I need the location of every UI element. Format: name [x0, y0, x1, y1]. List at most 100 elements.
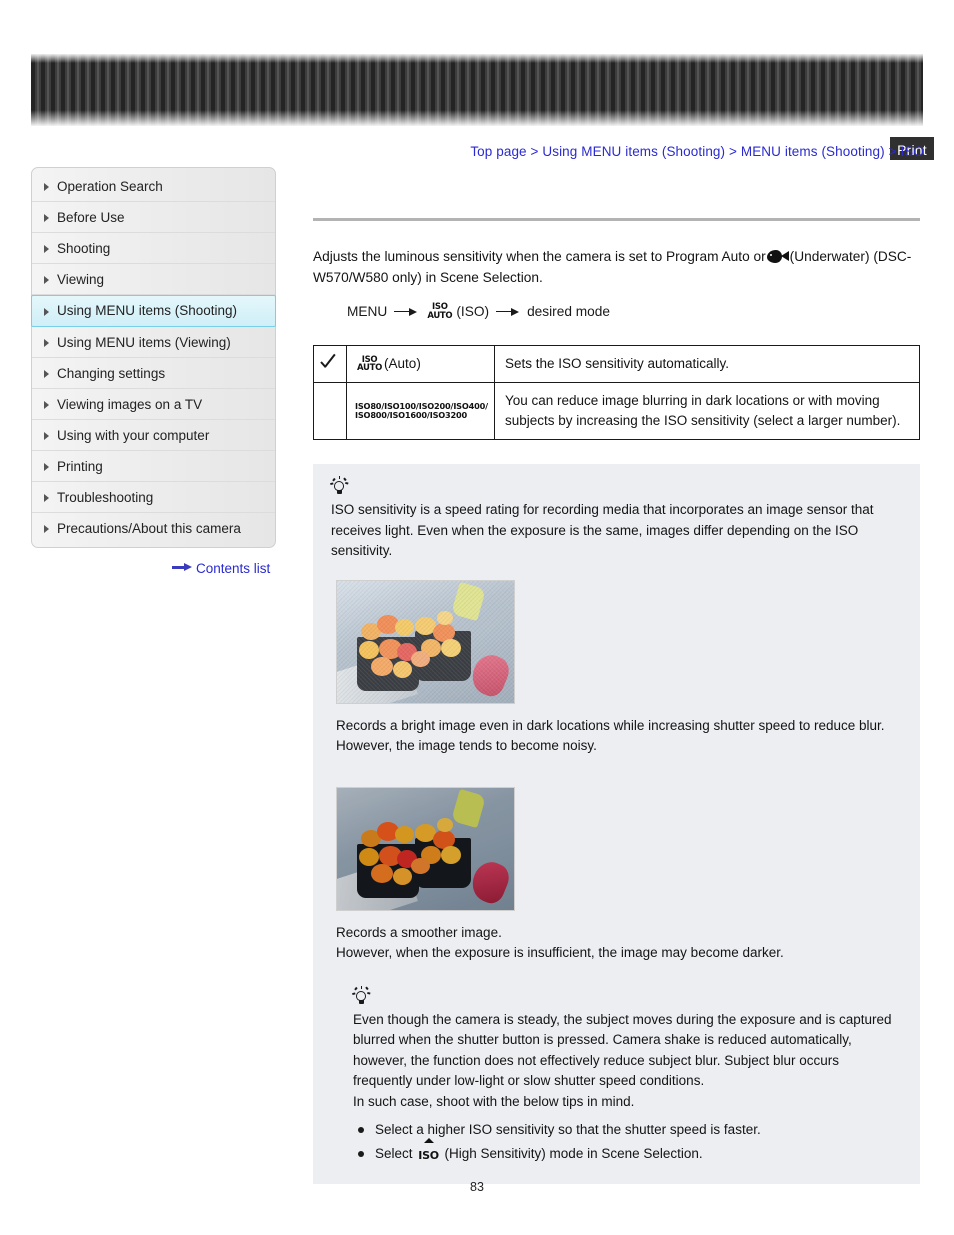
breadcrumb-separator: > [888, 144, 897, 159]
iso-value: 1600 [404, 410, 427, 420]
header-banner: Print [31, 54, 936, 162]
tip-paragraph: Even though the camera is steady, the su… [353, 1011, 892, 1089]
sidebar-item-using-with-your-computer[interactable]: Using with your computer [32, 420, 275, 451]
sidebar-item-printing[interactable]: Printing [32, 451, 275, 482]
triangle-right-icon [44, 463, 49, 471]
intro-paragraph: Adjusts the luminous sensitivity when th… [313, 246, 920, 288]
bullet-text-pre: Select [375, 1146, 413, 1161]
table-row: ISO AUTO (Auto) Sets the ISO sensitivity… [313, 345, 921, 383]
iso-values-option-cell: ISO80/ISO100/ISO200/ISO400/ ISO800/ISO16… [346, 382, 495, 440]
sidebar-item-label: Printing [57, 459, 103, 474]
tip-box-subject-blur: Even though the camera is steady, the su… [352, 985, 902, 1169]
sidebar-item-label: Viewing [57, 272, 105, 287]
sidebar-item-label: Using MENU items (Shooting) [57, 303, 238, 318]
list-item: Select ISO (High Sensitivity) mode in Sc… [353, 1138, 902, 1168]
iso-value: 800 [370, 410, 387, 420]
iso-prefix: ISO [355, 410, 371, 420]
list-item: Select a higher ISO sensitivity so that … [353, 1118, 902, 1142]
sidebar-item-changing-settings[interactable]: Changing settings [32, 358, 275, 389]
default-checkmark-cell [313, 345, 347, 383]
breadcrumb: Top page > Using MENU items (Shooting) >… [470, 144, 924, 159]
triangle-right-icon [44, 401, 49, 409]
iso-options-table: ISO AUTO (Auto) Sets the ISO sensitivity… [313, 345, 921, 440]
triangle-right-icon [44, 339, 49, 347]
triangle-right-icon [44, 214, 49, 222]
sample-photo-low-iso [336, 786, 515, 911]
triangle-right-icon [44, 494, 49, 502]
sidebar-item-precautions-about-this-camera[interactable]: Precautions/About this camera [32, 513, 275, 544]
breadcrumb-item-menu-items-shooting[interactable]: MENU items (Shooting) [741, 144, 885, 159]
iso-values-row-2: ISO800/ISO1600/ISO3200 [355, 410, 468, 420]
iso-icon-bottom: AUTO [427, 310, 453, 321]
sidebar-item-label: Shooting [57, 241, 111, 256]
sidebar-item-viewing-images-on-a-tv[interactable]: Viewing images on a TV [32, 389, 275, 420]
sidebar-item-label: Using MENU items (Viewing) [57, 335, 231, 350]
underwater-fish-icon [766, 250, 789, 263]
main-content: Adjusts the luminous sensitivity when th… [313, 218, 921, 1184]
divider [313, 218, 920, 221]
breadcrumb-item-iso[interactable]: ISO [900, 144, 924, 159]
iso-prefix: ISO [429, 410, 446, 420]
bullet-text-post: (High Sensitivity) mode in Scene Selecti… [444, 1146, 703, 1161]
iso-prefix: ISO [389, 410, 406, 420]
iso-high-sensitivity-icon: ISO [418, 1138, 439, 1168]
sidebar-item-label: Precautions/About this camera [57, 521, 241, 536]
checkmark-icon [321, 355, 340, 370]
sidebar-item-troubleshooting[interactable]: Troubleshooting [32, 482, 275, 513]
iso-icon-bottom: AUTO [357, 363, 383, 373]
iso-auto-option-cell: ISO AUTO (Auto) [346, 345, 495, 383]
sidebar-item-label: Using with your computer [57, 428, 210, 443]
arrow-right-icon [496, 307, 520, 316]
iso-auto-icon: ISO AUTO [427, 303, 452, 320]
sidebar-item-using-menu-items-viewing[interactable]: Using MENU items (Viewing) [32, 327, 275, 358]
iso-auto-icon: ISO AUTO [357, 355, 383, 373]
breadcrumb-item-using-menu-items-shooting[interactable]: Using MENU items (Shooting) [542, 144, 725, 159]
tip-box-iso-sensitivity: ISO sensitivity is a speed rating for re… [313, 464, 920, 1184]
iso-values-description: You can reduce image blurring in dark lo… [493, 382, 921, 440]
menu-path-end: desired mode [527, 304, 610, 319]
sidebar-item-before-use[interactable]: Before Use [32, 202, 275, 233]
empty-checkmark-cell [313, 382, 347, 440]
sidebar-item-label: Operation Search [57, 179, 163, 194]
sample-photo-high-iso [336, 579, 515, 704]
triangle-right-icon [44, 183, 49, 191]
table-row: ISO80/ISO100/ISO200/ISO400/ ISO800/ISO16… [313, 382, 921, 440]
breadcrumb-separator: > [530, 144, 539, 159]
page-number: 83 [470, 1180, 484, 1194]
sidebar-item-viewing[interactable]: Viewing [32, 264, 275, 295]
lightbulb-icon [352, 985, 371, 1006]
triangle-right-icon [44, 370, 49, 378]
tip-bullet-list: Select a higher ISO sensitivity so that … [353, 1118, 902, 1168]
menu-path: MENU ISO AUTO (ISO) desired mode [347, 303, 920, 320]
breadcrumb-separator: > [729, 144, 737, 159]
intro-text-part1: Adjusts the luminous sensitivity when th… [313, 249, 766, 264]
photo-caption-high-iso: Records a bright image even in dark loca… [336, 716, 902, 757]
contents-list-label: Contents list [196, 561, 271, 576]
triangle-right-icon [44, 245, 49, 253]
sidebar-nav: Operation Search Before Use Shooting Vie… [31, 167, 276, 548]
menu-path-middle: (ISO) [456, 304, 490, 319]
sidebar-item-using-menu-items-shooting[interactable]: Using MENU items (Shooting) [31, 295, 276, 327]
iso-value: 3200 [445, 410, 468, 420]
triangle-right-icon [44, 308, 49, 316]
arrow-right-icon [172, 563, 192, 572]
iso-value: 400 [468, 401, 486, 412]
breadcrumb-item-top-page[interactable]: Top page [470, 144, 526, 159]
menu-path-start: MENU [347, 304, 388, 319]
photo-caption-low-iso: Records a smoother image. However, when … [336, 923, 902, 964]
sidebar-item-label: Changing settings [57, 366, 166, 381]
iso-auto-description: Sets the ISO sensitivity automatically. [493, 345, 921, 383]
photo-block-low-iso: Records a smoother image. However, when … [331, 786, 902, 964]
triangle-right-icon [44, 432, 49, 440]
triangle-right-icon [44, 525, 49, 533]
caption-line-1: Records a smoother image. [336, 924, 502, 940]
iso-high-label: ISO [418, 1149, 439, 1162]
sidebar-item-label: Troubleshooting [57, 490, 154, 505]
contents-list-link[interactable]: Contents list [172, 561, 270, 576]
sidebar-item-operation-search[interactable]: Operation Search [32, 171, 275, 202]
sidebar-item-shooting[interactable]: Shooting [32, 233, 275, 264]
caption-line-2: However, when the exposure is insufficie… [336, 945, 784, 960]
caption-line-2: However, the image tends to become noisy… [336, 738, 597, 753]
tip-line-2: In such case, shoot with the below tips … [353, 1093, 635, 1109]
sidebar-item-label: Viewing images on a TV [57, 397, 203, 412]
